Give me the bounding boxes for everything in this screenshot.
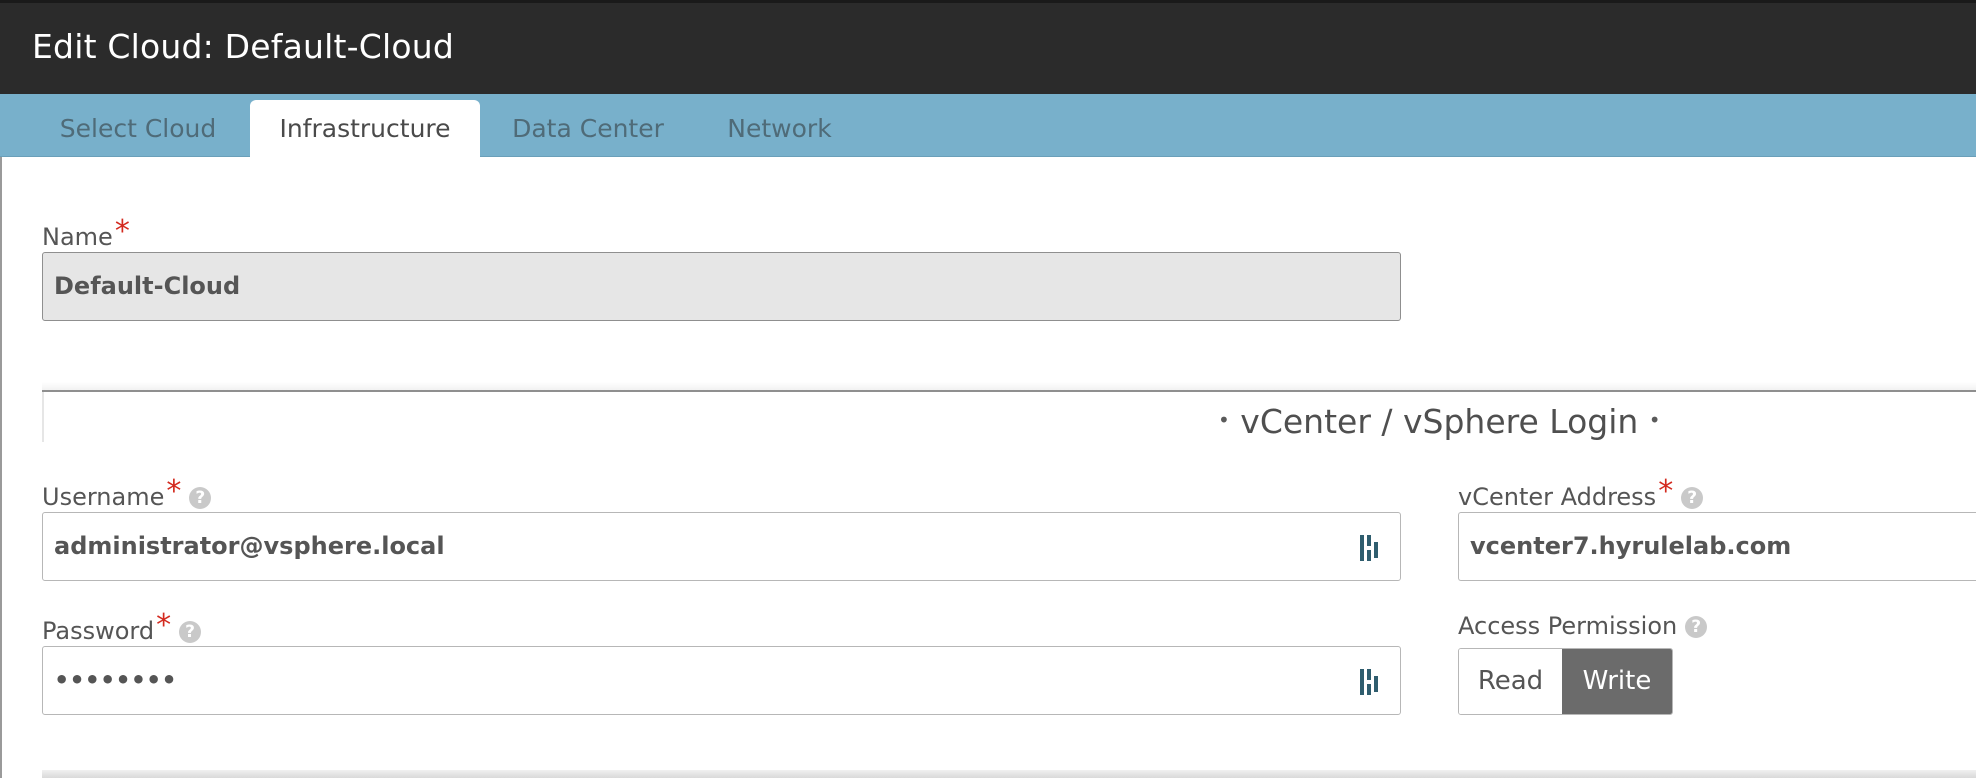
access-permission-toggle: Read Write [1458, 648, 1673, 715]
section-title-text: vCenter / vSphere Login [1240, 402, 1639, 441]
key-icon[interactable] [1358, 533, 1382, 563]
bottom-divider [42, 770, 1976, 778]
required-asterisk: * [166, 474, 182, 509]
username-label-text: Username [42, 483, 165, 511]
name-input-value: Default-Cloud [54, 272, 241, 300]
password-label: Password*? [42, 608, 202, 647]
help-icon[interactable]: ? [189, 487, 212, 509]
modal-header: Edit Cloud: Default-Cloud [0, 0, 1976, 94]
username-label: Username*? [42, 474, 212, 513]
access-permission-label: Access Permission? [1458, 612, 1708, 640]
name-label: Name* [42, 214, 130, 253]
tab-data-center[interactable]: Data Center [498, 100, 678, 157]
panel-left-border [0, 157, 2, 778]
write-option-button[interactable]: Write [1562, 649, 1672, 714]
name-input[interactable]: Default-Cloud [42, 252, 1401, 321]
vcenter-address-input-value: vcenter7.hyrulelab.com [1470, 532, 1792, 560]
help-icon[interactable]: ? [1685, 616, 1708, 638]
modal-title: Edit Cloud: Default-Cloud [32, 27, 455, 66]
section-divider-shadow [42, 382, 1976, 390]
name-label-text: Name [42, 223, 113, 251]
required-asterisk: * [156, 608, 172, 643]
tab-infrastructure[interactable]: Infrastructure [250, 100, 480, 158]
required-asterisk: * [114, 214, 130, 249]
vcenter-address-label: vCenter Address*? [1458, 474, 1704, 513]
key-icon[interactable] [1358, 667, 1382, 697]
username-input[interactable]: administrator@vsphere.local [42, 512, 1401, 581]
vcenter-address-input[interactable]: vcenter7.hyrulelab.com [1458, 512, 1976, 581]
password-input-value: •••••••• [54, 666, 177, 694]
required-asterisk: * [1658, 474, 1674, 509]
section-divider [42, 390, 1976, 392]
password-input[interactable]: •••••••• [42, 646, 1401, 715]
section-title: • vCenter / vSphere Login • [1218, 402, 1661, 441]
help-icon[interactable]: ? [1681, 487, 1704, 509]
username-input-value: administrator@vsphere.local [54, 532, 445, 560]
bullet-left: • [1218, 408, 1230, 432]
bullet-right: • [1648, 408, 1661, 432]
help-icon[interactable]: ? [179, 621, 202, 643]
tab-network[interactable]: Network [712, 100, 847, 157]
tab-select-cloud[interactable]: Select Cloud [38, 100, 238, 157]
access-permission-label-text: Access Permission [1458, 612, 1678, 640]
read-option-button[interactable]: Read [1459, 649, 1562, 714]
tab-bar: Select Cloud Infrastructure Data Center … [0, 94, 1976, 158]
vcenter-address-label-text: vCenter Address [1458, 483, 1657, 511]
password-label-text: Password [42, 617, 155, 645]
section-divider-edge [42, 392, 44, 442]
